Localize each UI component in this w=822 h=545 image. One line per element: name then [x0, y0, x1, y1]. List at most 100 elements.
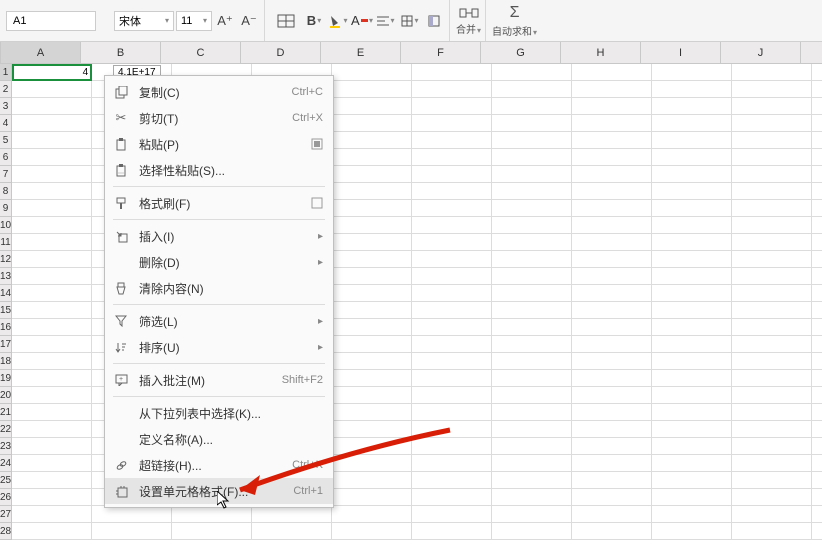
- cell[interactable]: [652, 370, 732, 387]
- cell[interactable]: [572, 200, 652, 217]
- cell[interactable]: [412, 438, 492, 455]
- cell[interactable]: [412, 302, 492, 319]
- row-col-button[interactable]: [271, 10, 301, 32]
- cell[interactable]: [732, 336, 812, 353]
- cell[interactable]: [812, 353, 822, 370]
- column-header-h[interactable]: H: [561, 42, 641, 63]
- cell[interactable]: [412, 336, 492, 353]
- cell[interactable]: [332, 319, 412, 336]
- cell[interactable]: [492, 166, 572, 183]
- menu-insert-comment[interactable]: + 插入批注(M) Shift+F2: [105, 367, 333, 393]
- cell[interactable]: [732, 217, 812, 234]
- cell[interactable]: [812, 166, 822, 183]
- cell[interactable]: [172, 523, 252, 540]
- cell[interactable]: [492, 302, 572, 319]
- cell[interactable]: [732, 183, 812, 200]
- row-header[interactable]: 18: [0, 353, 12, 370]
- cell[interactable]: [732, 132, 812, 149]
- menu-pick-from-list[interactable]: 从下拉列表中选择(K)...: [105, 400, 333, 426]
- cell[interactable]: [412, 353, 492, 370]
- menu-clear[interactable]: 清除内容(N): [105, 275, 333, 301]
- cell[interactable]: [332, 251, 412, 268]
- cell[interactable]: [492, 183, 572, 200]
- cell[interactable]: [412, 455, 492, 472]
- cell[interactable]: [812, 234, 822, 251]
- cell[interactable]: [492, 234, 572, 251]
- cell[interactable]: [332, 217, 412, 234]
- cell[interactable]: [572, 64, 652, 81]
- cell[interactable]: [492, 506, 572, 523]
- cell[interactable]: [12, 404, 92, 421]
- cell[interactable]: [572, 319, 652, 336]
- column-header-e[interactable]: E: [321, 42, 401, 63]
- cell[interactable]: [732, 81, 812, 98]
- cell[interactable]: [412, 285, 492, 302]
- cell[interactable]: [492, 217, 572, 234]
- cell[interactable]: [492, 285, 572, 302]
- cell[interactable]: [652, 336, 732, 353]
- cell[interactable]: [572, 251, 652, 268]
- row-header[interactable]: 24: [0, 455, 12, 472]
- cell[interactable]: [732, 387, 812, 404]
- menu-paste[interactable]: 粘贴(P): [105, 131, 333, 157]
- cell[interactable]: [412, 523, 492, 540]
- cell[interactable]: [492, 370, 572, 387]
- cell[interactable]: [652, 387, 732, 404]
- cell[interactable]: [572, 489, 652, 506]
- cell[interactable]: [332, 353, 412, 370]
- cell[interactable]: [652, 183, 732, 200]
- cell[interactable]: [652, 506, 732, 523]
- cell[interactable]: [572, 166, 652, 183]
- cell[interactable]: [332, 438, 412, 455]
- cell[interactable]: [12, 523, 92, 540]
- cell[interactable]: [412, 132, 492, 149]
- cell[interactable]: [572, 472, 652, 489]
- cell[interactable]: [652, 234, 732, 251]
- cell[interactable]: [332, 81, 412, 98]
- row-header[interactable]: 1: [0, 64, 12, 81]
- cell[interactable]: [812, 302, 822, 319]
- cell[interactable]: [812, 251, 822, 268]
- cell[interactable]: [412, 234, 492, 251]
- cell[interactable]: [412, 387, 492, 404]
- cell[interactable]: [572, 387, 652, 404]
- cell[interactable]: [12, 455, 92, 472]
- row-header[interactable]: 15: [0, 302, 12, 319]
- font-name-select[interactable]: 宋体 ▾: [114, 11, 174, 31]
- cell[interactable]: [652, 523, 732, 540]
- cell[interactable]: [812, 370, 822, 387]
- font-color-button[interactable]: A▾: [351, 10, 373, 32]
- cell[interactable]: [492, 489, 572, 506]
- cell[interactable]: [812, 200, 822, 217]
- border-button[interactable]: ▾: [399, 10, 421, 32]
- cell[interactable]: [172, 506, 252, 523]
- cell[interactable]: [332, 506, 412, 523]
- cell[interactable]: [572, 183, 652, 200]
- cell[interactable]: [412, 489, 492, 506]
- cell[interactable]: [812, 132, 822, 149]
- cell[interactable]: [732, 353, 812, 370]
- row-header[interactable]: 11: [0, 234, 12, 251]
- cell[interactable]: [732, 489, 812, 506]
- cell[interactable]: [732, 268, 812, 285]
- cell[interactable]: [12, 234, 92, 251]
- cell[interactable]: [332, 115, 412, 132]
- cell[interactable]: [332, 285, 412, 302]
- cell[interactable]: [572, 302, 652, 319]
- cell[interactable]: [732, 523, 812, 540]
- row-header[interactable]: 22: [0, 421, 12, 438]
- cell[interactable]: [732, 404, 812, 421]
- cell[interactable]: [732, 506, 812, 523]
- cell[interactable]: [492, 387, 572, 404]
- cell[interactable]: [572, 404, 652, 421]
- cell[interactable]: [412, 251, 492, 268]
- cell[interactable]: [12, 217, 92, 234]
- cell[interactable]: [732, 234, 812, 251]
- cell[interactable]: [12, 183, 92, 200]
- cell[interactable]: [492, 438, 572, 455]
- cell[interactable]: [12, 472, 92, 489]
- cell[interactable]: [652, 302, 732, 319]
- row-header[interactable]: 6: [0, 149, 12, 166]
- cell[interactable]: [812, 268, 822, 285]
- row-header[interactable]: 21: [0, 404, 12, 421]
